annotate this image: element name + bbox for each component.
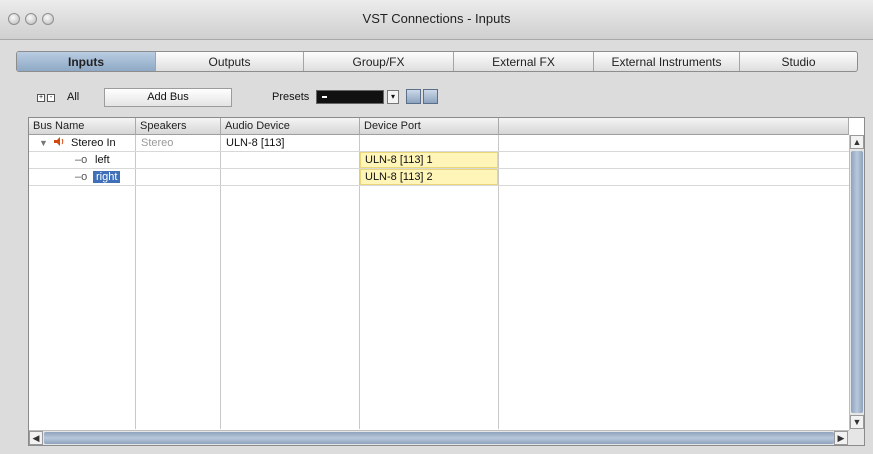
store-preset-button[interactable] bbox=[406, 89, 421, 104]
column-header-bus-name[interactable]: Bus Name bbox=[29, 118, 136, 135]
expand-all-icon[interactable]: + bbox=[37, 94, 45, 102]
column-header-speakers[interactable]: Speakers bbox=[136, 118, 221, 135]
column-header-audio-device[interactable]: Audio Device bbox=[221, 118, 360, 135]
horizontal-scrollbar[interactable]: ◀ ▶ bbox=[29, 430, 849, 445]
window-title: VST Connections - Inputs bbox=[362, 11, 511, 26]
tab-inputs[interactable]: Inputs bbox=[17, 52, 156, 71]
presets-value bbox=[322, 96, 327, 98]
bus-name-cell[interactable]: left bbox=[91, 153, 135, 168]
speaker-icon bbox=[49, 136, 65, 151]
tab-outputs[interactable]: Outputs bbox=[156, 52, 304, 71]
bus-table: Bus Name Speakers Audio Device Device Po… bbox=[28, 117, 865, 446]
row-divider bbox=[29, 185, 849, 186]
device-port-cell[interactable]: ULN-8 [113] 2 bbox=[360, 169, 498, 185]
triangle-down-icon[interactable]: ▼ bbox=[35, 136, 48, 151]
tab-bar: Inputs Outputs Group/FX External FX Exte… bbox=[16, 51, 858, 72]
column-divider bbox=[135, 135, 136, 429]
speakers-cell[interactable]: Stereo bbox=[137, 136, 219, 151]
bus-name-cell[interactable]: right bbox=[91, 170, 135, 185]
presets-dropdown-arrow[interactable]: ▾ bbox=[387, 90, 399, 104]
all-label: All bbox=[67, 91, 80, 103]
column-header-empty bbox=[499, 118, 849, 135]
expand-collapse-controls: + - bbox=[37, 89, 65, 107]
scroll-up-button[interactable]: ▲ bbox=[850, 135, 864, 149]
device-port-cell[interactable]: ULN-8 [113] 1 bbox=[360, 152, 498, 168]
title-bar: VST Connections - Inputs bbox=[0, 0, 873, 40]
scroll-left-button[interactable]: ◀ bbox=[29, 431, 43, 445]
vertical-scroll-thumb[interactable] bbox=[851, 151, 863, 413]
column-header-device-port[interactable]: Device Port bbox=[360, 118, 499, 135]
column-divider bbox=[220, 135, 221, 429]
horizontal-scroll-thumb[interactable] bbox=[44, 432, 834, 444]
column-divider bbox=[498, 135, 499, 429]
audio-device-cell[interactable]: ULN-8 [113] bbox=[222, 136, 358, 151]
remove-preset-button[interactable] bbox=[423, 89, 438, 104]
tab-external-fx[interactable]: External FX bbox=[454, 52, 594, 71]
connector-icon: –o bbox=[75, 171, 88, 183]
scroll-down-button[interactable]: ▼ bbox=[850, 415, 864, 429]
vertical-scrollbar[interactable]: ▲ ▼ bbox=[849, 135, 864, 430]
presets-label: Presets bbox=[272, 91, 310, 103]
scrollbar-corner bbox=[849, 430, 864, 445]
presets-select[interactable] bbox=[316, 90, 384, 104]
bus-name-cell[interactable]: Stereo In bbox=[67, 136, 135, 151]
add-bus-button[interactable]: Add Bus bbox=[104, 88, 232, 107]
tab-group-fx[interactable]: Group/FX bbox=[304, 52, 454, 71]
scroll-right-button[interactable]: ▶ bbox=[834, 431, 848, 445]
tab-external-instruments[interactable]: External Instruments bbox=[594, 52, 740, 71]
collapse-all-icon[interactable]: - bbox=[47, 94, 55, 102]
selected-bus-name: right bbox=[93, 171, 121, 183]
connector-icon: –o bbox=[75, 154, 88, 166]
tab-studio[interactable]: Studio bbox=[740, 52, 857, 71]
